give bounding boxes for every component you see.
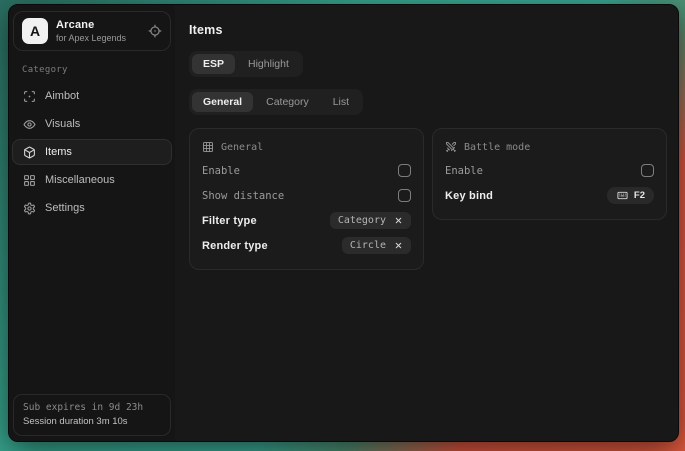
sidebar-item-miscellaneous[interactable]: Miscellaneous [12,167,172,193]
app-meta: Arcane for Apex Legends [56,19,126,43]
show-distance-checkbox[interactable] [398,189,411,202]
tag-value: Category [338,215,386,226]
view-tabs: General Category List [189,89,363,115]
sidebar-item-label: Settings [45,202,85,214]
setting-label: Filter type [202,215,257,227]
tab-list[interactable]: List [322,92,360,112]
general-card-title: General [221,142,263,153]
general-card-header: General [202,141,411,153]
app-logo: A [22,18,48,44]
swords-icon [445,141,457,153]
setting-row-render-type: Render type Circle [202,233,411,258]
setting-row-enable: Enable [445,158,654,183]
tag-value: Circle [350,240,386,251]
close-icon[interactable] [394,241,403,250]
crosshair-target-icon[interactable] [148,24,162,38]
eye-icon [23,118,36,131]
grid-icon [202,141,214,153]
setting-row-filter-type: Filter type Category [202,208,411,233]
app-window: A Arcane for Apex Legends Category Aimbo… [8,4,679,442]
setting-label: Enable [445,165,483,177]
battle-mode-card: Battle mode Enable Key bind F2 [432,128,667,220]
keybind-value: F2 [634,190,645,201]
general-card: General Enable Show distance Filter type… [189,128,424,270]
sidebar-item-label: Items [45,146,72,158]
sidebar-item-settings[interactable]: Settings [12,195,172,221]
app-subtitle: for Apex Legends [56,33,126,43]
setting-row-enable: Enable [202,158,411,183]
sidebar-item-visuals[interactable]: Visuals [12,111,172,137]
enable-checkbox[interactable] [398,164,411,177]
close-icon[interactable] [394,216,403,225]
tab-highlight[interactable]: Highlight [237,54,300,74]
sidebar-item-aimbot[interactable]: Aimbot [12,83,172,109]
render-type-tag[interactable]: Circle [342,237,411,254]
battle-enable-checkbox[interactable] [641,164,654,177]
sidebar-item-label: Aimbot [45,90,79,102]
gear-icon [23,202,36,215]
main-content: Items ESP Highlight General Category Lis… [175,5,679,441]
session-info-box: Sub expires in 9d 23h Session duration 3… [13,394,171,436]
setting-label: Enable [202,165,240,177]
tab-category[interactable]: Category [255,92,320,112]
setting-label: Key bind [445,190,493,202]
setting-row-key-bind: Key bind F2 [445,183,654,208]
tab-esp[interactable]: ESP [192,54,235,74]
sidebar: A Arcane for Apex Legends Category Aimbo… [9,5,175,441]
sidebar-nav: Aimbot Visuals Items [12,83,172,221]
sub-expiry-text: Sub expires in 9d 23h [23,400,161,415]
filter-type-tag[interactable]: Category [330,212,411,229]
desktop-background: A Arcane for Apex Legends Category Aimbo… [0,0,685,451]
layout-grid-icon [23,174,36,187]
mode-tabs: ESP Highlight [189,51,303,77]
setting-label: Show distance [202,190,284,202]
package-icon [23,146,36,159]
app-title: Arcane [56,19,126,31]
sidebar-item-label: Miscellaneous [45,174,115,186]
sidebar-item-items[interactable]: Items [12,139,172,165]
sidebar-item-label: Visuals [45,118,80,130]
cards-row: General Enable Show distance Filter type… [189,128,667,270]
session-duration-text: Session duration 3m 10s [23,415,161,429]
battle-mode-card-title: Battle mode [464,142,530,153]
keybind-button[interactable]: F2 [607,187,654,204]
app-header-card: A Arcane for Apex Legends [13,11,171,51]
keyboard-icon [616,190,629,201]
page-title: Items [189,23,667,37]
crosshair-icon [23,90,36,103]
sidebar-section-label: Category [12,61,172,83]
battle-mode-card-header: Battle mode [445,141,654,153]
setting-row-show-distance: Show distance [202,183,411,208]
tab-general[interactable]: General [192,92,253,112]
sidebar-spacer [12,221,172,394]
setting-label: Render type [202,240,268,252]
